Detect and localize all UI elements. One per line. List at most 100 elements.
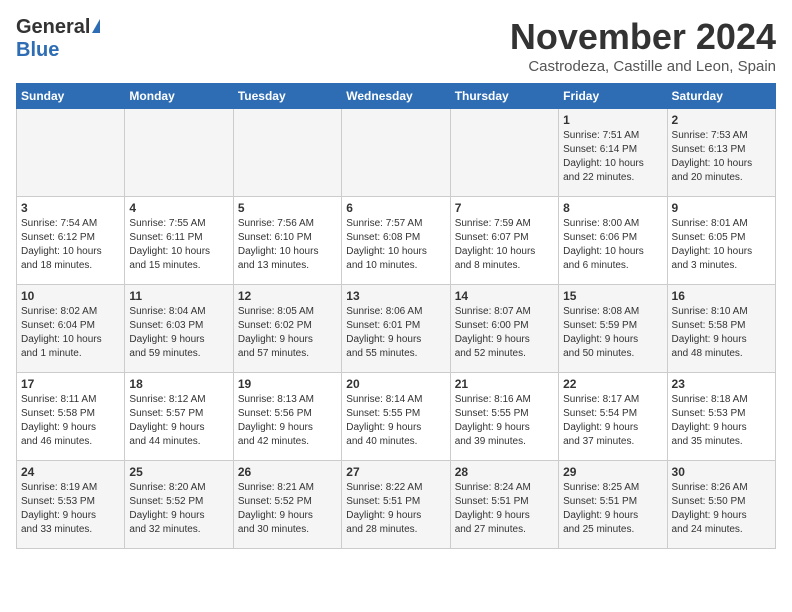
calendar-cell: 18 Sunrise: 8:12 AM Sunset: 5:57 PM Dayli… <box>125 373 233 461</box>
day-number: 11 <box>129 289 228 303</box>
day-number: 1 <box>563 113 662 127</box>
day-info: Sunrise: 8:07 AM Sunset: 6:00 PM Dayligh… <box>455 305 554 361</box>
day-info: Sunrise: 8:18 AM Sunset: 5:53 PM Dayligh… <box>672 393 771 449</box>
calendar-cell: 24 Sunrise: 8:19 AM Sunset: 5:53 PM Dayli… <box>17 461 125 549</box>
day-info: Sunrise: 8:04 AM Sunset: 6:03 PM Dayligh… <box>129 305 228 361</box>
day-info: Sunrise: 7:59 AM Sunset: 6:07 PM Dayligh… <box>455 217 554 273</box>
logo-general-text: General <box>16 16 90 39</box>
logo-blue-text: Blue <box>16 39 59 62</box>
page-header: General Blue November 2024 Castrodeza, C… <box>16 16 776 75</box>
day-number: 2 <box>672 113 771 127</box>
day-number: 30 <box>672 465 771 479</box>
calendar-table: SundayMondayTuesdayWednesdayThursdayFrid… <box>16 83 776 549</box>
day-info: Sunrise: 8:19 AM Sunset: 5:53 PM Dayligh… <box>21 481 120 537</box>
day-info: Sunrise: 8:26 AM Sunset: 5:50 PM Dayligh… <box>672 481 771 537</box>
calendar-cell <box>342 109 450 197</box>
calendar-cell: 9Sunrise: 8:01 AM Sunset: 6:05 PM Daylig… <box>667 197 775 285</box>
calendar-week-row: 3 Sunrise: 7:54 AM Sunset: 6:12 PM Daylig… <box>17 197 776 285</box>
column-header-thursday: Thursday <box>450 84 558 109</box>
calendar-cell: 8 Sunrise: 8:00 AM Sunset: 6:06 PM Daylig… <box>559 197 667 285</box>
day-number: 25 <box>129 465 228 479</box>
location-subtitle: Castrodeza, Castille and Leon, Spain <box>510 58 776 75</box>
calendar-cell: 30 Sunrise: 8:26 AM Sunset: 5:50 PM Dayli… <box>667 461 775 549</box>
day-info: Sunrise: 8:08 AM Sunset: 5:59 PM Dayligh… <box>563 305 662 361</box>
calendar-cell: 22 Sunrise: 8:17 AM Sunset: 5:54 PM Dayli… <box>559 373 667 461</box>
day-info: Sunrise: 8:14 AM Sunset: 5:55 PM Dayligh… <box>346 393 445 449</box>
column-header-saturday: Saturday <box>667 84 775 109</box>
day-number: 16 <box>672 289 771 303</box>
column-header-monday: Monday <box>125 84 233 109</box>
calendar-cell: 23 Sunrise: 8:18 AM Sunset: 5:53 PM Dayli… <box>667 373 775 461</box>
day-number: 3 <box>21 201 120 215</box>
day-info: Sunrise: 8:16 AM Sunset: 5:55 PM Dayligh… <box>455 393 554 449</box>
calendar-week-row: 1 Sunrise: 7:51 AM Sunset: 6:14 PM Daylig… <box>17 109 776 197</box>
calendar-cell: 20Sunrise: 8:14 AM Sunset: 5:55 PM Dayli… <box>342 373 450 461</box>
calendar-cell: 29 Sunrise: 8:25 AM Sunset: 5:51 PM Dayli… <box>559 461 667 549</box>
day-number: 29 <box>563 465 662 479</box>
day-number: 18 <box>129 377 228 391</box>
day-info: Sunrise: 8:12 AM Sunset: 5:57 PM Dayligh… <box>129 393 228 449</box>
calendar-week-row: 24 Sunrise: 8:19 AM Sunset: 5:53 PM Dayli… <box>17 461 776 549</box>
calendar-cell: 14Sunrise: 8:07 AM Sunset: 6:00 PM Dayli… <box>450 285 558 373</box>
calendar-cell: 25 Sunrise: 8:20 AM Sunset: 5:52 PM Dayli… <box>125 461 233 549</box>
day-info: Sunrise: 8:25 AM Sunset: 5:51 PM Dayligh… <box>563 481 662 537</box>
day-info: Sunrise: 8:21 AM Sunset: 5:52 PM Dayligh… <box>238 481 337 537</box>
calendar-cell: 27 Sunrise: 8:22 AM Sunset: 5:51 PM Dayli… <box>342 461 450 549</box>
day-info: Sunrise: 8:22 AM Sunset: 5:51 PM Dayligh… <box>346 481 445 537</box>
calendar-cell: 5 Sunrise: 7:56 AM Sunset: 6:10 PM Daylig… <box>233 197 341 285</box>
calendar-cell: 19 Sunrise: 8:13 AM Sunset: 5:56 PM Dayli… <box>233 373 341 461</box>
calendar-cell <box>17 109 125 197</box>
day-number: 12 <box>238 289 337 303</box>
day-info: Sunrise: 8:00 AM Sunset: 6:06 PM Dayligh… <box>563 217 662 273</box>
calendar-cell: 21 Sunrise: 8:16 AM Sunset: 5:55 PM Dayli… <box>450 373 558 461</box>
day-info: Sunrise: 7:56 AM Sunset: 6:10 PM Dayligh… <box>238 217 337 273</box>
day-info: Sunrise: 8:13 AM Sunset: 5:56 PM Dayligh… <box>238 393 337 449</box>
day-number: 27 <box>346 465 445 479</box>
column-header-sunday: Sunday <box>17 84 125 109</box>
calendar-cell: 1 Sunrise: 7:51 AM Sunset: 6:14 PM Daylig… <box>559 109 667 197</box>
column-header-tuesday: Tuesday <box>233 84 341 109</box>
day-number: 21 <box>455 377 554 391</box>
calendar-cell: 12 Sunrise: 8:05 AM Sunset: 6:02 PM Dayli… <box>233 285 341 373</box>
day-number: 15 <box>563 289 662 303</box>
column-header-wednesday: Wednesday <box>342 84 450 109</box>
day-info: Sunrise: 7:51 AM Sunset: 6:14 PM Dayligh… <box>563 129 662 185</box>
calendar-header-row: SundayMondayTuesdayWednesdayThursdayFrid… <box>17 84 776 109</box>
day-info: Sunrise: 7:55 AM Sunset: 6:11 PM Dayligh… <box>129 217 228 273</box>
column-header-friday: Friday <box>559 84 667 109</box>
calendar-week-row: 10Sunrise: 8:02 AM Sunset: 6:04 PM Dayli… <box>17 285 776 373</box>
day-number: 7 <box>455 201 554 215</box>
day-info: Sunrise: 8:06 AM Sunset: 6:01 PM Dayligh… <box>346 305 445 361</box>
day-info: Sunrise: 8:02 AM Sunset: 6:04 PM Dayligh… <box>21 305 120 361</box>
calendar-week-row: 17 Sunrise: 8:11 AM Sunset: 5:58 PM Dayli… <box>17 373 776 461</box>
day-info: Sunrise: 7:54 AM Sunset: 6:12 PM Dayligh… <box>21 217 120 273</box>
calendar-cell: 28Sunrise: 8:24 AM Sunset: 5:51 PM Dayli… <box>450 461 558 549</box>
day-info: Sunrise: 7:53 AM Sunset: 6:13 PM Dayligh… <box>672 129 771 185</box>
logo: General Blue <box>16 16 100 62</box>
calendar-cell <box>233 109 341 197</box>
day-info: Sunrise: 8:24 AM Sunset: 5:51 PM Dayligh… <box>455 481 554 537</box>
calendar-cell: 2 Sunrise: 7:53 AM Sunset: 6:13 PM Daylig… <box>667 109 775 197</box>
calendar-cell: 15 Sunrise: 8:08 AM Sunset: 5:59 PM Dayli… <box>559 285 667 373</box>
day-info: Sunrise: 7:57 AM Sunset: 6:08 PM Dayligh… <box>346 217 445 273</box>
calendar-cell: 6Sunrise: 7:57 AM Sunset: 6:08 PM Daylig… <box>342 197 450 285</box>
day-number: 5 <box>238 201 337 215</box>
day-number: 19 <box>238 377 337 391</box>
calendar-cell: 4Sunrise: 7:55 AM Sunset: 6:11 PM Daylig… <box>125 197 233 285</box>
day-number: 24 <box>21 465 120 479</box>
day-number: 13 <box>346 289 445 303</box>
day-info: Sunrise: 8:17 AM Sunset: 5:54 PM Dayligh… <box>563 393 662 449</box>
calendar-cell: 11 Sunrise: 8:04 AM Sunset: 6:03 PM Dayli… <box>125 285 233 373</box>
day-number: 22 <box>563 377 662 391</box>
day-info: Sunrise: 8:11 AM Sunset: 5:58 PM Dayligh… <box>21 393 120 449</box>
day-number: 17 <box>21 377 120 391</box>
logo-triangle-icon <box>92 19 100 33</box>
day-info: Sunrise: 8:20 AM Sunset: 5:52 PM Dayligh… <box>129 481 228 537</box>
day-info: Sunrise: 8:01 AM Sunset: 6:05 PM Dayligh… <box>672 217 771 273</box>
calendar-cell: 3 Sunrise: 7:54 AM Sunset: 6:12 PM Daylig… <box>17 197 125 285</box>
day-number: 23 <box>672 377 771 391</box>
day-number: 26 <box>238 465 337 479</box>
day-info: Sunrise: 8:10 AM Sunset: 5:58 PM Dayligh… <box>672 305 771 361</box>
day-number: 8 <box>563 201 662 215</box>
day-info: Sunrise: 8:05 AM Sunset: 6:02 PM Dayligh… <box>238 305 337 361</box>
